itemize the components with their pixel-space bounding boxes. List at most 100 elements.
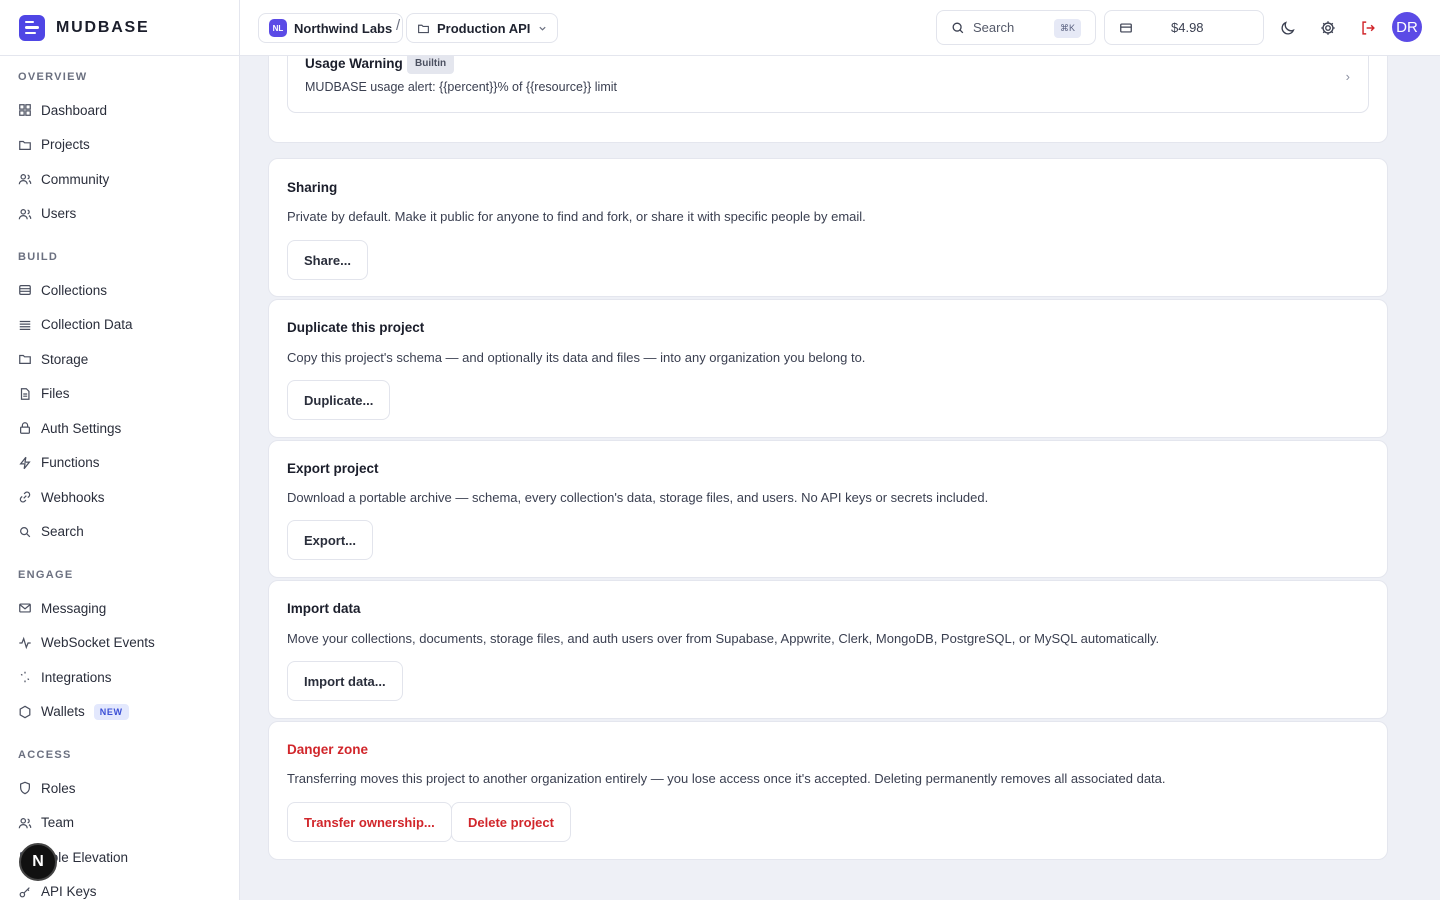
key-icon xyxy=(18,885,32,899)
template-row-usage-warning[interactable]: Usage Warning Builtin MUDBASE usage aler… xyxy=(287,56,1369,113)
sidebar-item-collection-data[interactable]: Collection Data xyxy=(18,308,133,343)
brand-name: MUDBASE xyxy=(56,18,150,36)
search-input[interactable]: Search ⌘K xyxy=(936,10,1096,45)
sidebar-item-label: Webhooks xyxy=(41,489,105,505)
sidebar-item-integrations[interactable]: Integrations xyxy=(18,660,155,695)
logout-icon[interactable] xyxy=(1357,17,1379,39)
section-label-overview: OVERVIEW xyxy=(18,71,88,83)
card-description: Download a portable archive — schema, ev… xyxy=(287,490,989,505)
main-content: Usage Warning Builtin MUDBASE usage aler… xyxy=(240,56,1440,900)
sidebar-item-websocket-events[interactable]: WebSocket Events xyxy=(18,626,155,661)
sidebar-item-wallets[interactable]: Wallets NEW xyxy=(18,695,155,730)
export-button[interactable]: Export... xyxy=(287,520,374,560)
nav-section-overview: OVERVIEW Dashboard Projects Community Us… xyxy=(0,67,109,231)
sidebar-item-label: Roles xyxy=(41,780,76,796)
folder-icon xyxy=(18,352,32,366)
bolt-icon xyxy=(18,456,32,470)
import-card: Import data Move your collections, docum… xyxy=(268,580,1388,719)
folder-icon xyxy=(417,22,430,35)
sidebar-item-label: Collections xyxy=(41,282,108,298)
new-badge: NEW xyxy=(93,703,129,720)
project-name: Production API xyxy=(437,20,531,36)
sidebar-item-roles[interactable]: Roles xyxy=(18,771,128,806)
sharing-card: Sharing Private by default. Make it publ… xyxy=(268,158,1388,297)
gear-icon[interactable] xyxy=(1317,17,1339,39)
card-description: Copy this project's schema — and optiona… xyxy=(287,350,866,365)
folder-icon xyxy=(18,138,32,152)
sidebar-item-label: Files xyxy=(41,386,70,402)
duplicate-button[interactable]: Duplicate... xyxy=(287,380,391,420)
avatar[interactable]: DR xyxy=(1392,12,1422,42)
danger-zone-card: Danger zone Transferring moves this proj… xyxy=(268,721,1388,860)
sidebar-item-messaging[interactable]: Messaging xyxy=(18,591,155,626)
link-icon xyxy=(18,490,32,504)
brand[interactable]: MUDBASE xyxy=(0,0,239,56)
chevron-down-icon xyxy=(538,24,547,33)
credits-button[interactable]: $4.98 xyxy=(1104,10,1264,45)
card-title: Duplicate this project xyxy=(287,320,425,335)
org-name: Northwind Labs xyxy=(294,20,393,36)
share-button[interactable]: Share... xyxy=(287,240,368,280)
sidebar-item-label: Storage xyxy=(41,351,89,367)
card-description: Transferring moves this project to anoth… xyxy=(287,771,1166,786)
users-icon xyxy=(18,172,32,186)
sidebar-item-dashboard[interactable]: Dashboard xyxy=(18,93,109,128)
org-avatar: NL xyxy=(269,19,287,37)
sidebar-item-search[interactable]: Search xyxy=(18,515,133,550)
import-data-button[interactable]: Import data... xyxy=(287,661,403,701)
sidebar: MUDBASE OVERVIEW Dashboard Projects Comm… xyxy=(0,0,240,900)
card-title: Import data xyxy=(287,601,361,616)
sidebar-item-users[interactable]: Users xyxy=(18,197,109,232)
template-body: MUDBASE usage alert: {{percent}}% of {{r… xyxy=(305,80,617,94)
template-name: Usage Warning xyxy=(305,56,403,71)
sidebar-item-label: Auth Settings xyxy=(41,420,122,436)
search-icon xyxy=(951,21,965,35)
sidebar-item-functions[interactable]: Functions xyxy=(18,446,133,481)
breadcrumb-separator: / xyxy=(396,17,401,34)
credits-amount: $4.98 xyxy=(1171,20,1204,35)
shield-icon xyxy=(18,781,32,795)
breadcrumb-org[interactable]: NL Northwind Labs xyxy=(258,13,404,43)
search-icon xyxy=(18,525,32,539)
file-icon xyxy=(18,387,32,401)
hexagon-icon xyxy=(18,705,32,719)
moon-icon[interactable] xyxy=(1277,17,1299,39)
sidebar-item-label: Users xyxy=(41,206,77,222)
section-label-engage: ENGAGE xyxy=(18,569,74,581)
search-shortcut: ⌘K xyxy=(1053,19,1081,38)
card-title: Export project xyxy=(287,461,379,476)
sidebar-item-label: Collection Data xyxy=(41,317,133,333)
topbar: NL Northwind Labs / Production API Searc… xyxy=(240,0,1440,56)
chevron-right-icon: › xyxy=(1345,69,1350,84)
sidebar-item-team[interactable]: Team xyxy=(18,806,128,841)
sidebar-item-label: Integrations xyxy=(41,669,112,685)
sidebar-item-files[interactable]: Files xyxy=(18,377,133,412)
sidebar-item-label: WebSocket Events xyxy=(41,635,155,651)
list-icon xyxy=(18,318,32,332)
sidebar-item-label: Projects xyxy=(41,137,90,153)
nav-section-access: ACCESS Roles Team Role Elevation API Key… xyxy=(0,745,128,900)
section-label-access: ACCESS xyxy=(18,749,72,761)
sidebar-item-collections[interactable]: Collections xyxy=(18,273,133,308)
brand-logo-icon xyxy=(19,14,45,41)
sidebar-item-community[interactable]: Community xyxy=(18,162,109,197)
sidebar-item-label: Dashboard xyxy=(41,102,108,118)
database-icon xyxy=(18,283,32,297)
sidebar-item-label: Messaging xyxy=(41,600,107,616)
activity-icon xyxy=(18,636,32,650)
breadcrumb-project[interactable]: Production API xyxy=(406,13,559,43)
sidebar-item-label: Functions xyxy=(41,455,100,471)
card-title: Danger zone xyxy=(287,742,369,757)
sidebar-item-storage[interactable]: Storage xyxy=(18,342,133,377)
dev-tools-button[interactable]: N xyxy=(19,843,57,881)
export-card: Export project Download a portable archi… xyxy=(268,440,1388,578)
delete-project-button[interactable]: Delete project xyxy=(451,802,571,842)
sidebar-item-projects[interactable]: Projects xyxy=(18,128,109,163)
mail-icon xyxy=(18,601,32,615)
builtin-badge: Builtin xyxy=(407,56,455,74)
sidebar-item-webhooks[interactable]: Webhooks xyxy=(18,480,133,515)
credit-card-icon xyxy=(1119,21,1133,35)
transfer-ownership-button[interactable]: Transfer ownership... xyxy=(287,802,452,842)
sidebar-item-auth-settings[interactable]: Auth Settings xyxy=(18,411,133,446)
users-icon xyxy=(18,816,32,830)
